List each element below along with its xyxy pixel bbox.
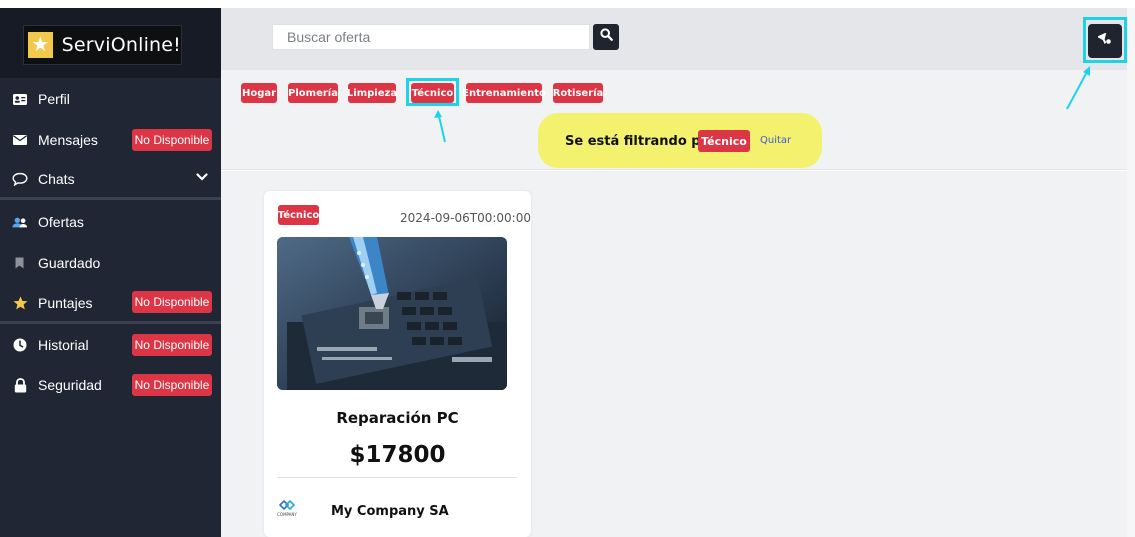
- remove-filter-link[interactable]: Quitar: [760, 135, 791, 146]
- not-available-badge: No Disponible: [132, 291, 212, 313]
- top-bar: [221, 8, 1135, 70]
- category-chip-entrenamiento[interactable]: Entrenamiento: [462, 83, 546, 103]
- annotation-arrow-filter: [1066, 66, 1090, 110]
- filter-button[interactable]: [1088, 24, 1122, 58]
- search-icon: [599, 28, 613, 46]
- id-card-icon: [12, 93, 28, 105]
- category-chip-hogar[interactable]: Hogar: [241, 83, 277, 103]
- company-logo: COMPANY: [276, 497, 298, 519]
- sidebar-item-perfil[interactable]: Perfil: [0, 84, 221, 114]
- offers-list: Técnico 2024-09-06T00:00:00 Reparación P…: [221, 171, 1135, 537]
- active-filter-badge: Técnico: [698, 130, 750, 152]
- filter-icon: [1096, 32, 1112, 50]
- filter-label: Se está filtrando por: [565, 134, 716, 149]
- offer-price: $17800: [349, 442, 446, 468]
- offer-title: Reparación PC: [336, 409, 459, 427]
- sidebar-divider: [0, 197, 221, 200]
- clock-icon: [12, 338, 28, 352]
- category-chip-plomeria[interactable]: Plomería: [288, 83, 338, 103]
- category-chip-limpieza[interactable]: Limpieza: [347, 83, 397, 103]
- sidebar-item-label: Perfil: [38, 91, 70, 107]
- not-available-badge: No Disponible: [132, 334, 212, 356]
- page: ★ ServiOnline! Perfil Mensajes No Dispon…: [0, 0, 1135, 537]
- sidebar-divider: [0, 321, 221, 324]
- sidebar-item-label: Puntajes: [38, 295, 93, 311]
- envelope-icon: [12, 135, 28, 145]
- offer-card[interactable]: Técnico 2024-09-06T00:00:00 Reparación P…: [264, 191, 531, 537]
- company-name: My Company SA: [331, 504, 449, 519]
- offer-category-badge: Técnico: [278, 205, 319, 225]
- sidebar-item-label: Historial: [38, 337, 89, 353]
- lock-icon: [12, 377, 28, 393]
- search-button[interactable]: [593, 24, 619, 50]
- chevron-down-icon[interactable]: [196, 164, 208, 184]
- bookmark-icon: [14, 257, 24, 269]
- app-name: ServiOnline!: [61, 34, 181, 56]
- sidebar-item-chats[interactable]: Chats: [0, 164, 221, 194]
- not-available-badge: No Disponible: [132, 129, 212, 151]
- offer-image: [277, 237, 507, 390]
- scrollbar[interactable]: [1127, 8, 1135, 537]
- card-divider: [277, 477, 517, 478]
- sidebar-header: ★ ServiOnline!: [0, 8, 221, 78]
- star-logo-icon: ★: [28, 32, 53, 58]
- sidebar-item-label: Seguridad: [38, 377, 102, 393]
- category-chip-rotiseria[interactable]: Rotisería: [553, 83, 603, 103]
- chat-bubble-icon: [12, 172, 28, 186]
- sidebar-item-label: Ofertas: [38, 214, 84, 230]
- app-logo[interactable]: ★ ServiOnline!: [23, 25, 182, 65]
- annotation-arrow-category: [434, 110, 446, 143]
- category-bar: Hogar Plomería Limpieza Técnico Entrenam…: [221, 70, 1135, 108]
- sidebar-item-guardado[interactable]: Guardado: [0, 248, 221, 278]
- active-filter-bar: Se está filtrando por Técnico Quitar: [221, 108, 1135, 170]
- company-logo-text: COMPANY: [277, 512, 297, 517]
- users-icon: [12, 216, 28, 229]
- sidebar-item-ofertas[interactable]: Ofertas: [0, 207, 221, 237]
- not-available-badge: No Disponible: [132, 374, 212, 396]
- sidebar-item-label: Chats: [38, 171, 75, 187]
- sidebar-item-label: Mensajes: [38, 132, 98, 148]
- offer-date: 2024-09-06T00:00:00: [400, 211, 531, 225]
- star-icon: [12, 296, 28, 310]
- sidebar-item-label: Guardado: [38, 255, 101, 271]
- search-input[interactable]: [272, 24, 590, 50]
- sidebar: ★ ServiOnline! Perfil Mensajes No Dispon…: [0, 8, 221, 537]
- category-highlight: [406, 78, 459, 106]
